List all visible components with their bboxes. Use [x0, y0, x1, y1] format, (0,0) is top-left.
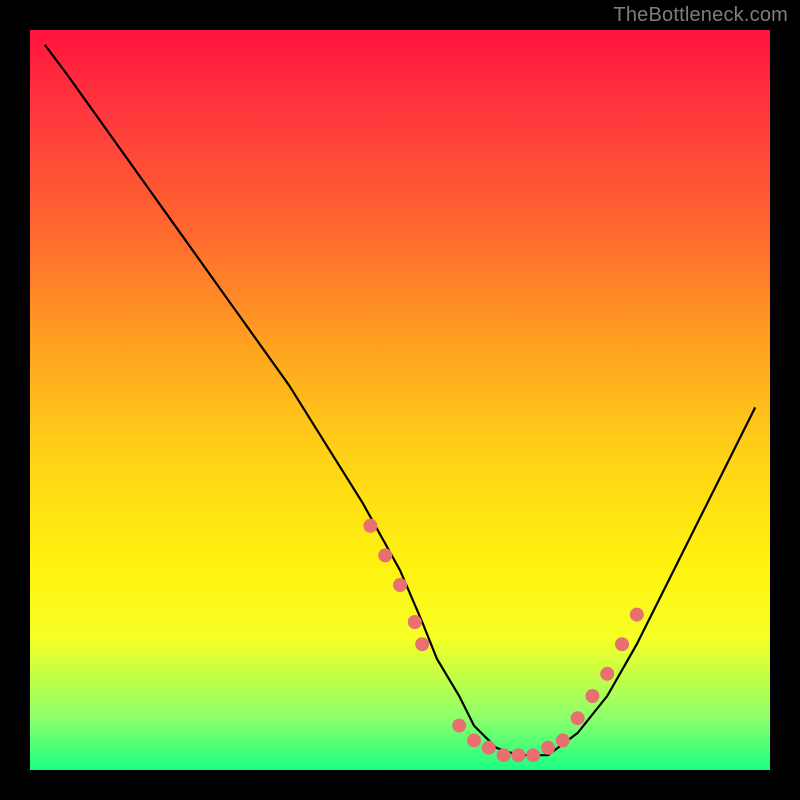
curve-marker [415, 637, 429, 651]
curve-marker [452, 719, 466, 733]
curve-marker [467, 733, 481, 747]
curve-marker [526, 748, 540, 762]
curve-marker [497, 748, 511, 762]
curve-markers-bottom [452, 719, 570, 763]
curve-marker [363, 519, 377, 533]
curve-marker [615, 637, 629, 651]
curve-marker [482, 741, 496, 755]
curve-marker [600, 667, 614, 681]
curve-marker [408, 615, 422, 629]
curve-marker [541, 741, 555, 755]
curve-marker [571, 711, 585, 725]
watermark-text: TheBottleneck.com [613, 4, 788, 27]
bottleneck-curve [45, 45, 755, 755]
curve-marker [393, 578, 407, 592]
bottleneck-plot [30, 30, 770, 770]
curve-markers-right [571, 608, 644, 726]
curve-marker [585, 689, 599, 703]
curve-marker [378, 548, 392, 562]
curve-marker [630, 608, 644, 622]
curve-markers-left [363, 519, 429, 651]
curve-marker [556, 733, 570, 747]
curve-marker [511, 748, 525, 762]
chart-frame [30, 30, 770, 770]
